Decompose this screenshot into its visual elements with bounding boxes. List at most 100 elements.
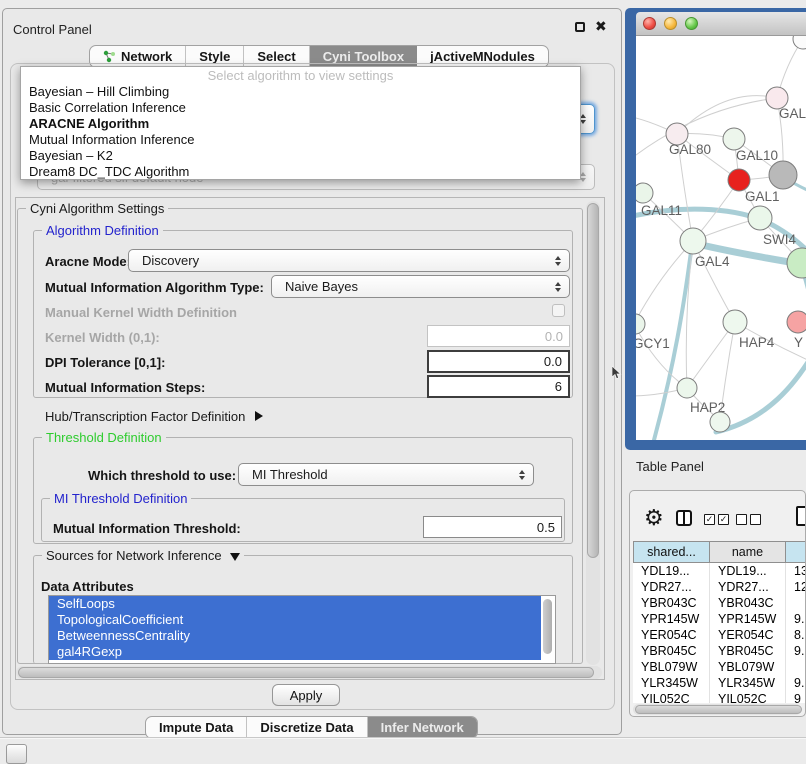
node-unlabeled[interactable] bbox=[793, 36, 806, 49]
settings-vertical-scrollbar[interactable] bbox=[586, 201, 600, 665]
list-scrollbar[interactable] bbox=[542, 598, 553, 661]
data-attributes-list[interactable]: SelfLoopsTopologicalCoefficientBetweenne… bbox=[48, 595, 556, 664]
tab-infer-network[interactable]: Infer Network bbox=[368, 717, 477, 738]
mi-steps-field[interactable]: 6 bbox=[427, 375, 570, 398]
node-GAL10[interactable] bbox=[723, 128, 745, 150]
algorithm-dropdown-popup: Select algorithm to view settings Bayesi… bbox=[20, 66, 581, 180]
hub-definition-label: Hub/Transcription Factor Definition bbox=[45, 409, 245, 424]
mi-threshold-field[interactable]: 0.5 bbox=[423, 516, 562, 538]
table-cell: YER054C bbox=[633, 627, 710, 643]
node-label[interactable]: GAL4 bbox=[695, 254, 730, 269]
close-icon[interactable]: ✖ bbox=[595, 18, 607, 35]
zoom-light-icon[interactable] bbox=[685, 17, 698, 30]
tab-label: Select bbox=[257, 49, 295, 64]
network-canvas[interactable]: GAL7 GAL80 GAL10 GAL1 GAL11 SWI4 GAL4 GCY1 HAP4 Y… bbox=[636, 36, 806, 440]
node-Y[interactable] bbox=[787, 311, 806, 333]
table-row[interactable]: YLR345WYLR345W9. bbox=[633, 675, 806, 691]
apply-button-label: Apply bbox=[290, 688, 323, 703]
apply-button[interactable]: Apply bbox=[272, 684, 340, 706]
manual-kernel-width-checkbox[interactable] bbox=[552, 304, 565, 317]
node-label[interactable]: GAL11 bbox=[641, 203, 682, 218]
attribute-item[interactable]: BetweennessCentrality bbox=[49, 628, 541, 644]
dropdown-item[interactable]: ARACNE Algorithm bbox=[21, 116, 580, 132]
dpi-tolerance-field[interactable]: 0.0 bbox=[427, 350, 570, 373]
table-cell: YBR043C bbox=[710, 595, 786, 611]
which-threshold-value: MI Threshold bbox=[252, 467, 328, 482]
aracne-mode-label: Aracne Mode: bbox=[45, 254, 131, 269]
table-cell: 9. bbox=[786, 643, 806, 659]
tab-discretize-data[interactable]: Discretize Data bbox=[247, 717, 367, 738]
column-header-2[interactable]: name bbox=[710, 541, 786, 563]
node-unlabeled[interactable] bbox=[787, 248, 806, 278]
network-window-titlebar[interactable] bbox=[636, 12, 806, 36]
node-table[interactable]: shared...nameAYDL19...YDL19...13YDR27...… bbox=[633, 541, 806, 703]
combo-stepper-icon bbox=[555, 282, 561, 292]
node-unlabeled[interactable] bbox=[710, 412, 730, 432]
table-row[interactable]: YBR045CYBR045C9. bbox=[633, 643, 806, 659]
node-HAP4[interactable] bbox=[723, 310, 747, 334]
table-row[interactable]: YBR043CYBR043C bbox=[633, 595, 806, 611]
table-cell: YPR145W bbox=[710, 611, 786, 627]
which-threshold-combo[interactable]: MI Threshold bbox=[238, 463, 534, 486]
dropdown-item[interactable]: Bayesian – K2 bbox=[21, 148, 580, 164]
table-row[interactable]: YPR145WYPR145W9. bbox=[633, 611, 806, 627]
table-cell: 12 bbox=[786, 579, 806, 595]
node-label[interactable]: HAP4 bbox=[739, 335, 775, 350]
attribute-item[interactable]: TopologicalCoefficient bbox=[49, 612, 541, 628]
screen: { "control_panel": { "title": "Control P… bbox=[0, 0, 806, 762]
float-window-icon[interactable] bbox=[575, 22, 585, 32]
attribute-item[interactable]: gal4RGexp bbox=[49, 644, 541, 660]
node-label[interactable]: GAL7 bbox=[779, 106, 806, 121]
dropdown-item[interactable]: Mutual Information Inference bbox=[21, 132, 580, 148]
dpi-tolerance-value: 0.0 bbox=[544, 354, 562, 369]
close-light-icon[interactable] bbox=[643, 17, 656, 30]
network-view-window: GAL7 GAL80 GAL10 GAL1 GAL11 SWI4 GAL4 GCY1 HAP4 Y… bbox=[625, 8, 806, 450]
hub-definition-toggle[interactable]: Hub/Transcription Factor Definition bbox=[45, 409, 263, 424]
aracne-mode-combo[interactable]: Discovery bbox=[128, 249, 570, 272]
table-panel-title: Table Panel bbox=[636, 459, 704, 474]
table-cell: YBL079W bbox=[710, 659, 786, 675]
dropdown-item[interactable]: Basic Correlation Inference bbox=[21, 100, 580, 116]
minimize-light-icon[interactable] bbox=[664, 17, 677, 30]
node-GAL1[interactable] bbox=[728, 169, 750, 191]
table-row[interactable]: YDR27...YDR27...12 bbox=[633, 579, 806, 595]
node-unlabeled[interactable] bbox=[769, 161, 797, 189]
node-GCY1[interactable] bbox=[636, 314, 645, 334]
settings-horizontal-scrollbar[interactable] bbox=[16, 666, 602, 679]
table-cell: YDR27... bbox=[710, 579, 786, 595]
node-GAL4[interactable] bbox=[680, 228, 706, 254]
algorithm-definition-title: Algorithm Definition bbox=[42, 223, 163, 238]
mi-algorithm-type-combo[interactable]: Naive Bayes bbox=[271, 275, 570, 298]
table-horizontal-scrollbar[interactable] bbox=[633, 704, 801, 715]
attribute-item[interactable]: SelfLoops bbox=[49, 596, 541, 612]
table-row[interactable]: YIL052CYIL052C9 bbox=[633, 691, 806, 703]
table-cell: YIL052C bbox=[710, 691, 786, 703]
node-label[interactable]: GCY1 bbox=[636, 336, 670, 351]
node-label[interactable]: GAL1 bbox=[745, 189, 780, 204]
mi-threshold-value: 0.5 bbox=[537, 520, 555, 535]
node-label[interactable]: GAL10 bbox=[736, 148, 778, 163]
table-row[interactable]: YBL079WYBL079W bbox=[633, 659, 806, 675]
bottom-divider bbox=[0, 737, 806, 739]
dropdown-item[interactable]: Bayesian – Hill Climbing bbox=[21, 84, 580, 100]
node-label[interactable]: GAL80 bbox=[669, 142, 711, 157]
node-label[interactable]: SWI4 bbox=[763, 232, 796, 247]
bottom-left-mini-button[interactable] bbox=[6, 744, 27, 764]
table-row[interactable]: YER054CYER054C8. bbox=[633, 627, 806, 643]
column-header-3[interactable]: A bbox=[786, 541, 806, 563]
tab-impute-data[interactable]: Impute Data bbox=[146, 717, 247, 738]
kernel-width-value: 0.0 bbox=[545, 329, 563, 344]
expanded-arrow-icon bbox=[230, 553, 240, 561]
node-label[interactable]: Y bbox=[794, 335, 803, 350]
table-cell: 13 bbox=[786, 563, 806, 579]
kernel-width-field[interactable]: 0.0 bbox=[427, 325, 570, 347]
node-HAP2[interactable] bbox=[677, 378, 697, 398]
table-row[interactable]: YDL19...YDL19...13 bbox=[633, 563, 806, 579]
table-cell: 9 bbox=[786, 691, 806, 703]
node-SWI4[interactable] bbox=[748, 206, 772, 230]
sources-group-title[interactable]: Sources for Network Inference bbox=[42, 548, 244, 563]
table-cell: 9. bbox=[786, 675, 806, 691]
node-GAL11[interactable] bbox=[636, 183, 653, 203]
column-header-1[interactable]: shared... bbox=[633, 541, 710, 563]
dropdown-item[interactable]: Dream8 DC_TDC Algorithm bbox=[21, 164, 580, 180]
